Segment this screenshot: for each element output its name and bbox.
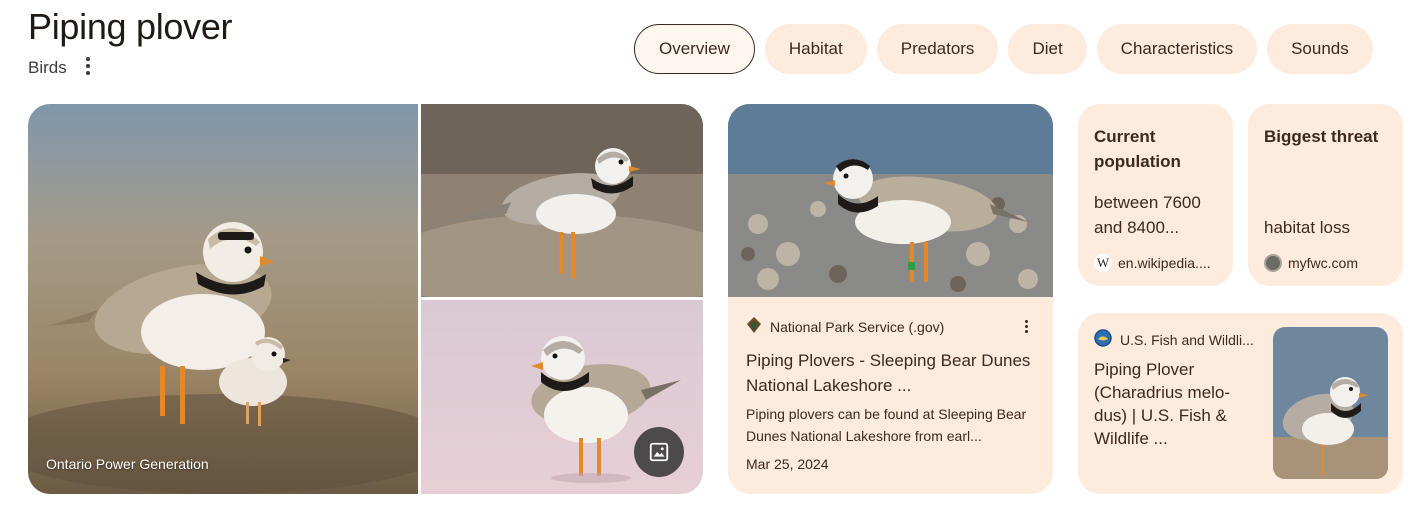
myfwc-icon: [1264, 254, 1282, 272]
population-fact-card[interactable]: Current population between 7600 and 8400…: [1078, 104, 1233, 286]
nps-result-card[interactable]: National Park Service (.gov) Piping Plov…: [728, 104, 1053, 494]
tab-overview[interactable]: Overview: [634, 24, 755, 74]
nps-plover-photo: [728, 104, 1053, 297]
tab-habitat[interactable]: Habitat: [764, 24, 867, 74]
tab-diet[interactable]: Diet: [1008, 24, 1087, 74]
population-source[interactable]: W en.wikipedia....: [1094, 254, 1211, 272]
population-title: Current population: [1094, 127, 1181, 171]
population-source-label: en.wikipedia....: [1118, 255, 1211, 271]
plover-photo-sand[interactable]: [421, 104, 703, 297]
nps-result-date: Mar 25, 2024: [746, 456, 829, 472]
population-value: between 7600 and 8400...: [1094, 193, 1201, 237]
usfws-icon: [1094, 329, 1112, 350]
tab-predators[interactable]: Predators: [876, 24, 999, 74]
nps-result-snippet: Piping plovers can be found at Sleeping …: [746, 406, 1027, 444]
tab-characteristics[interactable]: Characteristics: [1096, 24, 1258, 74]
image-icon[interactable]: [634, 427, 684, 477]
threat-fact-card[interactable]: Biggest threat habitat loss myfwc.com: [1248, 104, 1403, 286]
tab-sounds[interactable]: Sounds: [1267, 24, 1373, 74]
nps-source-label: National Park Service (.gov): [770, 318, 945, 335]
photo-credit-caption: Ontario Power Generation: [46, 456, 209, 472]
usfws-source-label: U.S. Fish and Wildli...: [1120, 331, 1254, 348]
wikipedia-icon: W: [1094, 254, 1112, 272]
page-title: Piping plover: [28, 6, 233, 47]
threat-source[interactable]: myfwc.com: [1264, 254, 1358, 272]
usfws-result-card[interactable]: U.S. Fish and Wildli... Piping Plover (C…: [1078, 313, 1403, 494]
main-plover-photo[interactable]: [28, 104, 418, 494]
threat-value: habitat loss: [1264, 218, 1350, 237]
nps-source-row[interactable]: National Park Service (.gov): [746, 316, 944, 337]
usfws-source-row[interactable]: U.S. Fish and Wildli...: [1094, 329, 1254, 350]
usfws-result-title[interactable]: Piping Plover (Charadrius melo-dus) | U.…: [1094, 358, 1254, 450]
nps-arrowhead-icon: [746, 316, 762, 337]
nps-more-icon[interactable]: [1021, 318, 1031, 334]
threat-title: Biggest threat: [1264, 127, 1379, 146]
more-options-icon[interactable]: [80, 56, 96, 76]
threat-source-label: myfwc.com: [1288, 255, 1358, 271]
usfws-plover-thumbnail[interactable]: [1273, 327, 1388, 479]
page-subtitle: Birds: [28, 58, 67, 77]
nps-result-title[interactable]: Piping Plovers - Sleeping Bear Dunes Nat…: [746, 348, 1046, 398]
topic-tabs: Overview Habitat Predators Diet Characte…: [634, 24, 1373, 74]
